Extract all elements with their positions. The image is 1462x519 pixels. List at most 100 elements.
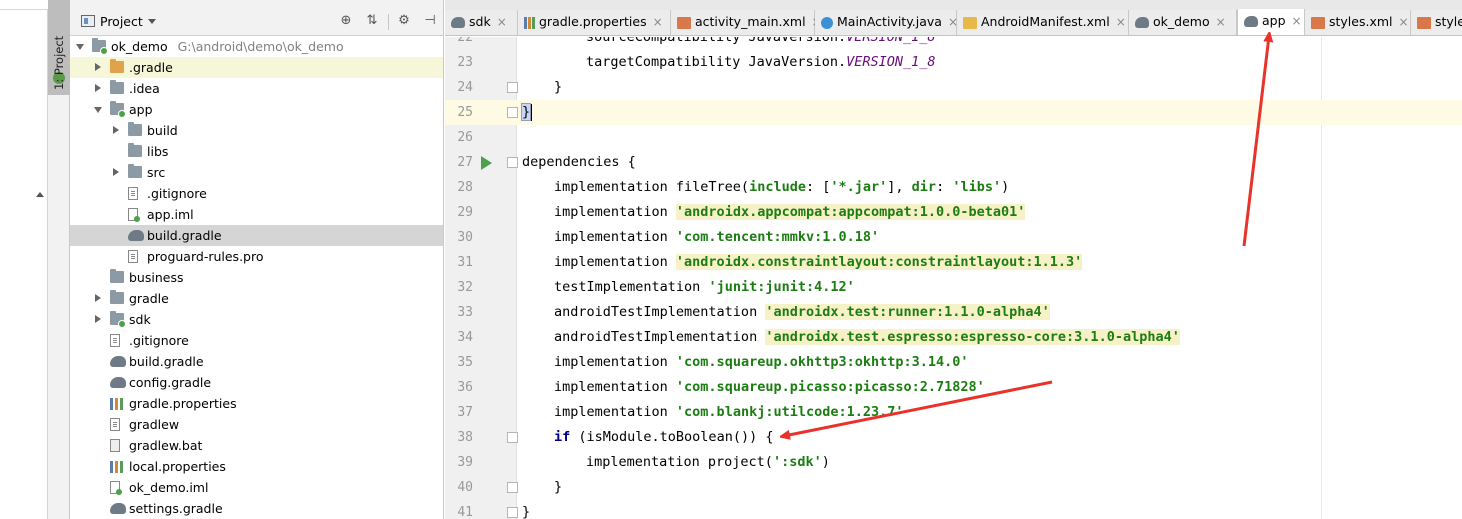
xml-file-icon	[1311, 16, 1325, 29]
tree-item[interactable]: .gitignore	[70, 183, 443, 204]
tree-item[interactable]: business	[70, 267, 443, 288]
fold-marker-icon[interactable]	[507, 432, 518, 443]
tree-item[interactable]: ok_demo G:\android\demo\ok_demo	[70, 36, 443, 57]
close-icon[interactable]: ×	[1292, 9, 1304, 33]
tree-item[interactable]: libs	[70, 141, 443, 162]
code-text: }	[520, 100, 533, 125]
tab-mainactivity-java[interactable]: MainActivity.java ×	[815, 10, 958, 35]
chevron-right-icon[interactable]	[95, 84, 101, 92]
tree-item[interactable]: .gradle	[70, 57, 443, 78]
tab-app[interactable]: app ×	[1237, 9, 1305, 35]
tree-item[interactable]: build.gradle	[70, 225, 443, 246]
code-editor[interactable]: 22 sourceCompatibility JavaVersion.VERSIO…	[445, 37, 1462, 519]
chevron-down-icon[interactable]	[94, 107, 102, 113]
tab-gradle-properties[interactable]: gradle.properties ×	[518, 10, 671, 35]
tree-item-name: app	[129, 102, 153, 117]
string-literal: ':sdk'	[772, 454, 822, 470]
code-line: 33 androidTestImplementation 'androidx.te…	[445, 300, 1462, 325]
properties-icon	[524, 16, 535, 29]
folder-icon	[128, 164, 142, 178]
close-icon[interactable]: ×	[653, 10, 665, 34]
tree-item[interactable]: sdk	[70, 309, 443, 330]
code-text: implementation project(':sdk')	[586, 450, 830, 475]
tree-item[interactable]: config.gradle	[70, 372, 443, 393]
chevron-right-icon[interactable]	[95, 63, 101, 71]
tree-item[interactable]: gradlew.bat	[70, 435, 443, 456]
tree-item[interactable]: src	[70, 162, 443, 183]
tree-item[interactable]: settings.gradle	[70, 498, 443, 519]
code-text: sourceCompatibility JavaVersion.VERSION_…	[586, 37, 936, 50]
string-literal: 'androidx.constraintlayout:constraintlay…	[675, 254, 1083, 270]
tree-item[interactable]: build.gradle	[70, 351, 443, 372]
folder-icon	[110, 59, 124, 73]
tree-item-name: .gradle	[129, 60, 173, 75]
gear-icon[interactable]: ⚙	[396, 13, 412, 29]
file-icon	[128, 250, 138, 263]
tree-item-label: gradle.properties	[129, 393, 237, 414]
close-icon[interactable]: ×	[497, 10, 509, 34]
scroll-up-icon[interactable]	[36, 192, 44, 197]
line-number: 27	[457, 155, 473, 170]
tab-activity-main-xml[interactable]: activity_main.xml×	[671, 10, 822, 35]
tab-style[interactable]: style	[1411, 10, 1462, 35]
tree-item[interactable]: gradle.properties	[70, 393, 443, 414]
chevron-right-icon[interactable]	[113, 126, 119, 134]
xml-file-icon	[1417, 16, 1431, 29]
tab-androidmanifest-xml[interactable]: AndroidManifest.xml ×	[957, 10, 1129, 35]
collapse-icon[interactable]: ⇅	[364, 13, 380, 29]
tree-item[interactable]: .gitignore	[70, 330, 443, 351]
tree-item[interactable]: .idea	[70, 78, 443, 99]
tab-ok-demo[interactable]: ok_demo ×	[1129, 10, 1237, 35]
tree-item[interactable]: app	[70, 99, 443, 120]
tree-item[interactable]: proguard-rules.pro	[70, 246, 443, 267]
chevron-right-icon[interactable]	[113, 168, 119, 176]
tree-item-name: ok_demo.iml	[129, 480, 209, 495]
tree-item-label: proguard-rules.pro	[147, 246, 264, 267]
target-icon[interactable]: ⊕	[338, 13, 354, 29]
fold-marker-icon[interactable]	[507, 507, 518, 518]
run-gutter-icon[interactable]	[481, 156, 492, 170]
line-number: 25	[457, 105, 473, 120]
chevron-right-icon[interactable]	[95, 315, 101, 323]
project-tool-tab[interactable]: 1: Project	[48, 0, 70, 95]
line-number: 26	[457, 130, 473, 145]
code-line: 32 testImplementation 'junit:junit:4.12'	[445, 275, 1462, 300]
chevron-right-icon[interactable]	[95, 294, 101, 302]
tree-item[interactable]: gradle	[70, 288, 443, 309]
chevron-down-icon[interactable]	[76, 44, 84, 50]
tree-item[interactable]: local.properties	[70, 456, 443, 477]
tree-item[interactable]: app.iml	[70, 204, 443, 225]
fold-marker-icon[interactable]	[507, 482, 518, 493]
code-token: implementation	[554, 254, 676, 270]
fold-marker-icon[interactable]	[507, 82, 518, 93]
gradle-icon	[110, 503, 126, 514]
close-icon[interactable]: ×	[1399, 10, 1411, 34]
close-icon[interactable]: ×	[1116, 10, 1128, 34]
fold-marker-icon[interactable]	[507, 107, 518, 118]
code-line: 30 implementation 'com.tencent:mmkv:1.0.1…	[445, 225, 1462, 250]
code-line: 26	[445, 125, 1462, 150]
gradle-icon	[1244, 16, 1258, 27]
close-icon[interactable]: ×	[1216, 10, 1228, 34]
line-number: 30	[457, 230, 473, 245]
code-token: if	[554, 429, 571, 445]
string-literal: 'com.blankj:utilcode:1.23.7'	[675, 404, 904, 420]
chevron-down-icon[interactable]	[148, 19, 156, 24]
fold-marker-icon[interactable]	[507, 157, 518, 168]
tab-label: AndroidManifest.xml	[981, 14, 1110, 29]
tab-styles-xml[interactable]: styles.xml ×	[1305, 10, 1411, 35]
file-icon	[110, 334, 120, 347]
tree-item-name: .gitignore	[147, 186, 207, 201]
batch-file-icon	[110, 439, 120, 452]
hide-icon[interactable]: ⊣	[422, 13, 438, 29]
tab-sdk[interactable]: sdk ×	[445, 10, 518, 35]
tree-item[interactable]: ok_demo.iml	[70, 477, 443, 498]
gradle-icon	[1135, 17, 1149, 28]
tree-item[interactable]: gradlew	[70, 414, 443, 435]
project-view-selector[interactable]: Project	[100, 14, 143, 29]
tree-item[interactable]: build	[70, 120, 443, 141]
code-text: implementation 'com.squareup.picasso:pic…	[554, 375, 985, 400]
tree-item-name: libs	[147, 144, 169, 159]
code-text: if (isModule.toBoolean()) {	[554, 425, 773, 450]
project-panel-header: Project ⊕ ⇅ ⚙ ⊣	[70, 0, 443, 36]
